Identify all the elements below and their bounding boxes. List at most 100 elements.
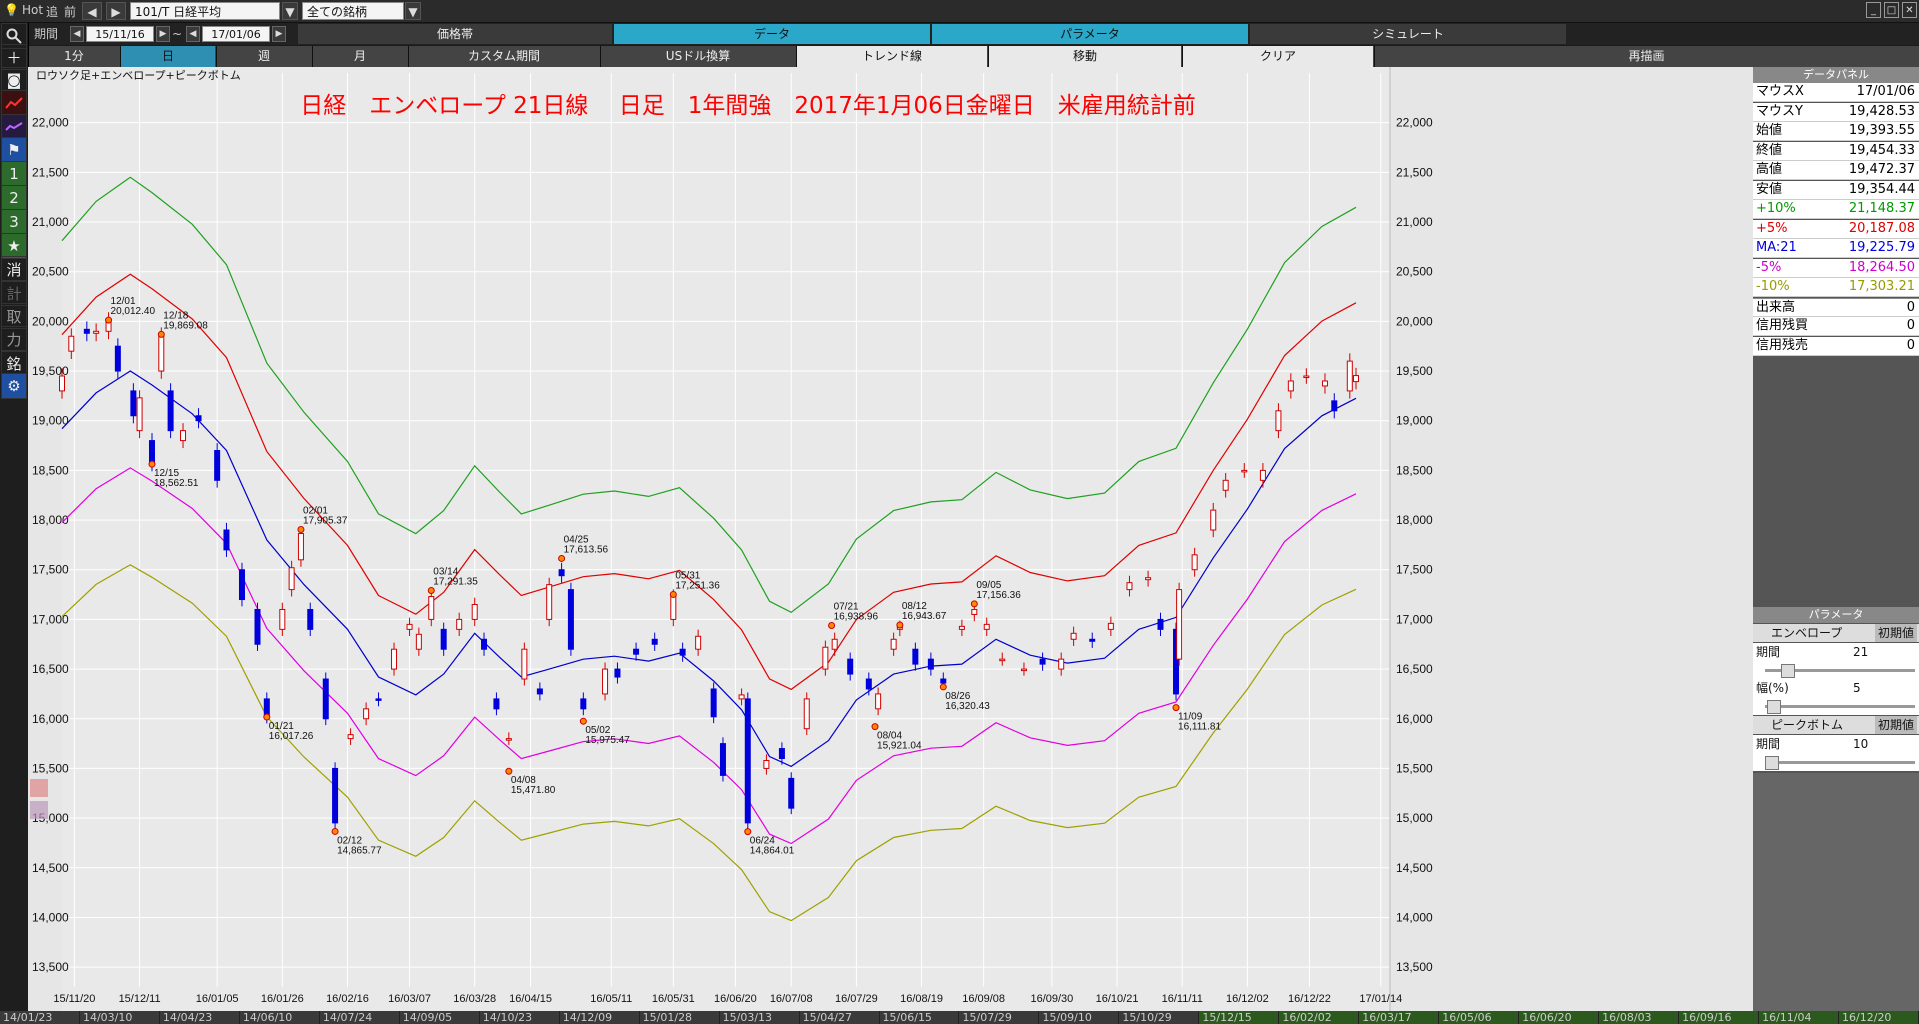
tab-data[interactable]: データ bbox=[614, 24, 930, 44]
envelope-period-slider[interactable] bbox=[1753, 661, 1919, 679]
redraw-button[interactable]: 再描画 bbox=[1374, 46, 1919, 67]
close-icon[interactable]: ✕ bbox=[1902, 2, 1917, 18]
power-button[interactable]: 力 bbox=[1, 326, 27, 352]
data-panel-key: マウスY bbox=[1756, 103, 1803, 119]
scope-dropdown-icon[interactable]: ▼ bbox=[405, 2, 421, 20]
scroll-icon[interactable] bbox=[30, 779, 48, 797]
candle bbox=[440, 628, 447, 650]
envelope-width-slider[interactable] bbox=[1753, 697, 1919, 715]
maximize-icon[interactable]: □ bbox=[1884, 2, 1899, 18]
candle bbox=[332, 767, 339, 824]
slider-handle[interactable] bbox=[1781, 664, 1795, 678]
erase-button[interactable]: 消 bbox=[1, 256, 27, 282]
candle bbox=[214, 450, 221, 481]
candle bbox=[1275, 410, 1282, 432]
candle bbox=[633, 648, 640, 655]
gear-icon[interactable]: ⚙ bbox=[1, 373, 27, 399]
data-panel-key: -5% bbox=[1756, 259, 1782, 275]
y-tick-label-left: 13,500 bbox=[32, 960, 69, 974]
tf-month[interactable]: 月 bbox=[312, 46, 408, 67]
peak-reset-button[interactable]: 初期値 bbox=[1874, 716, 1917, 734]
data-panel-row: マウスY 19,428.53 bbox=[1753, 102, 1919, 122]
peak-period-value: 10 bbox=[1853, 737, 1869, 751]
chart-area[interactable]: 22,000 22,000 21,500 21,500 21,000 21,000 20,5… bbox=[28, 67, 1753, 1013]
candle bbox=[521, 648, 528, 680]
period-to-next-icon[interactable]: ▶ bbox=[272, 26, 286, 42]
previous-button[interactable]: 前 bbox=[64, 3, 76, 20]
candle bbox=[536, 688, 543, 695]
tab-simulate[interactable]: シミュレート bbox=[1250, 24, 1566, 44]
candle bbox=[238, 569, 245, 601]
peak-value-label: 15,471.80 bbox=[511, 785, 556, 796]
candle bbox=[1241, 469, 1248, 473]
envelope-period-value: 21 bbox=[1853, 645, 1869, 659]
candle bbox=[93, 330, 100, 334]
period-from-prev-icon[interactable]: ◀ bbox=[70, 26, 84, 42]
tf-week[interactable]: 週 bbox=[216, 46, 312, 67]
envelope-reset-button[interactable]: 初期値 bbox=[1874, 624, 1917, 642]
lightbulb-icon[interactable]: 💡 bbox=[4, 3, 19, 17]
scroll-icon[interactable] bbox=[30, 801, 48, 819]
candle bbox=[1191, 554, 1198, 571]
flag-icon[interactable]: ⚑ bbox=[1, 137, 27, 163]
data-panel-key: +10% bbox=[1756, 201, 1796, 216]
peak-period-slider[interactable] bbox=[1753, 753, 1919, 771]
period-to-input[interactable]: 17/01/06 bbox=[202, 26, 270, 42]
tf-day[interactable]: 日 bbox=[120, 46, 216, 67]
candle bbox=[875, 693, 882, 710]
timeline-label: 15/09/10 bbox=[1039, 1011, 1120, 1024]
period-from-input[interactable]: 15/11/16 bbox=[86, 26, 154, 42]
preset-3-button[interactable]: 3 bbox=[1, 209, 27, 235]
y-tick-label-right: 17,000 bbox=[1396, 612, 1433, 626]
slider-handle[interactable] bbox=[1765, 756, 1779, 770]
nav-back-icon[interactable]: ◀ bbox=[82, 2, 102, 20]
peak-marker bbox=[579, 717, 587, 725]
x-tick-label: 16/01/26 bbox=[261, 993, 304, 1005]
candle bbox=[778, 748, 785, 760]
top-toolbar: 💡 Hot 追 前 ◀ ▶ 101/T 日経平均 ▼ 全ての銘柄 ▼ _ □ ✕ bbox=[0, 0, 1919, 23]
period-from-next-icon[interactable]: ▶ bbox=[156, 26, 170, 42]
preset-1-button[interactable]: 1 bbox=[1, 161, 27, 187]
peak-value-label: 16,938.96 bbox=[834, 611, 879, 622]
trendline-button[interactable]: トレンド線 bbox=[796, 46, 988, 67]
candle bbox=[983, 623, 990, 630]
candle bbox=[719, 743, 726, 776]
clear-button[interactable]: クリア bbox=[1182, 46, 1374, 67]
preset-2-button[interactable]: 2 bbox=[1, 185, 27, 211]
nav-forward-icon[interactable]: ▶ bbox=[106, 2, 126, 20]
tab-price-band[interactable]: 価格帯 bbox=[298, 24, 612, 44]
scope-select[interactable]: 全ての銘柄 bbox=[302, 2, 404, 20]
minimize-icon[interactable]: _ bbox=[1866, 2, 1881, 18]
peak-section: ピークボトム 初期値 bbox=[1753, 716, 1919, 734]
x-tick-label: 16/10/21 bbox=[1096, 993, 1139, 1005]
move-button[interactable]: 移動 bbox=[988, 46, 1182, 67]
symbol-input[interactable]: 101/T 日経平均 bbox=[130, 2, 280, 20]
symbol-dropdown-icon[interactable]: ▼ bbox=[282, 2, 298, 20]
candle bbox=[710, 688, 717, 718]
candle bbox=[1176, 589, 1183, 660]
period-to-prev-icon[interactable]: ◀ bbox=[186, 26, 200, 42]
candle bbox=[695, 635, 702, 650]
envelope-chart[interactable]: 22,000 22,000 21,500 21,500 21,000 21,000 20,5… bbox=[28, 67, 1753, 1013]
data-panel-row: -5% 18,264.50 bbox=[1753, 258, 1919, 278]
usd-convert-button[interactable]: USドル換算 bbox=[600, 46, 796, 67]
navigator-timeline[interactable]: 14/01/23 14/03/10 14/04/23 14/06/10 14/07/24… bbox=[0, 1011, 1919, 1024]
x-tick-label: 16/12/02 bbox=[1226, 993, 1269, 1005]
plot-background bbox=[62, 67, 1390, 1013]
candle bbox=[847, 658, 854, 675]
timeline-label: 16/08/03 bbox=[1599, 1011, 1680, 1024]
candle bbox=[1107, 622, 1114, 630]
x-tick-label: 16/07/08 bbox=[770, 993, 813, 1005]
peak-value-label: 14,864.01 bbox=[750, 846, 795, 857]
custom-period-button[interactable]: カスタム期間 bbox=[408, 46, 600, 67]
tab-parameters[interactable]: パラメータ bbox=[932, 24, 1248, 44]
line-chart-icon[interactable] bbox=[1, 90, 27, 116]
chase-button[interactable]: 追 bbox=[46, 3, 58, 20]
timeline-label: 16/05/06 bbox=[1439, 1011, 1520, 1024]
hot-button[interactable]: Hot bbox=[22, 3, 43, 17]
tf-1min[interactable]: 1分 bbox=[28, 46, 120, 67]
slider-handle[interactable] bbox=[1767, 700, 1781, 714]
data-panel-key: マウスX bbox=[1756, 84, 1804, 99]
right-panel: データパネル マウスX 17/01/06 マウスY 19,428.53 始値 19,393… bbox=[1753, 67, 1919, 1013]
candle bbox=[1287, 380, 1294, 392]
